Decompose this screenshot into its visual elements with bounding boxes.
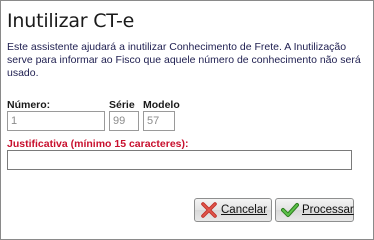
process-button-label: Processar bbox=[302, 204, 354, 216]
dialog-description: Este assistente ajudará a inutilizar Con… bbox=[7, 41, 361, 79]
numero-label: Número: bbox=[7, 99, 51, 111]
cancel-button-label: Cancelar bbox=[221, 204, 268, 216]
cancel-button[interactable]: Cancelar bbox=[194, 198, 272, 222]
checkmark-icon bbox=[281, 201, 299, 219]
modelo-label: Modelo bbox=[143, 99, 180, 111]
serie-field[interactable] bbox=[109, 111, 139, 131]
justificativa-field[interactable] bbox=[7, 150, 352, 170]
dialog-title: Inutilizar CT-e bbox=[7, 10, 135, 32]
process-button[interactable]: Processar bbox=[275, 198, 354, 222]
serie-label: Série bbox=[109, 99, 135, 111]
inutilizar-cte-dialog: Inutilizar CT-e Este assistente ajudará … bbox=[0, 0, 374, 240]
modelo-field[interactable] bbox=[143, 111, 175, 131]
close-x-icon bbox=[200, 201, 218, 219]
justificativa-label: Justificativa (mínimo 15 caracteres): bbox=[7, 138, 189, 150]
numero-field[interactable] bbox=[7, 111, 105, 131]
